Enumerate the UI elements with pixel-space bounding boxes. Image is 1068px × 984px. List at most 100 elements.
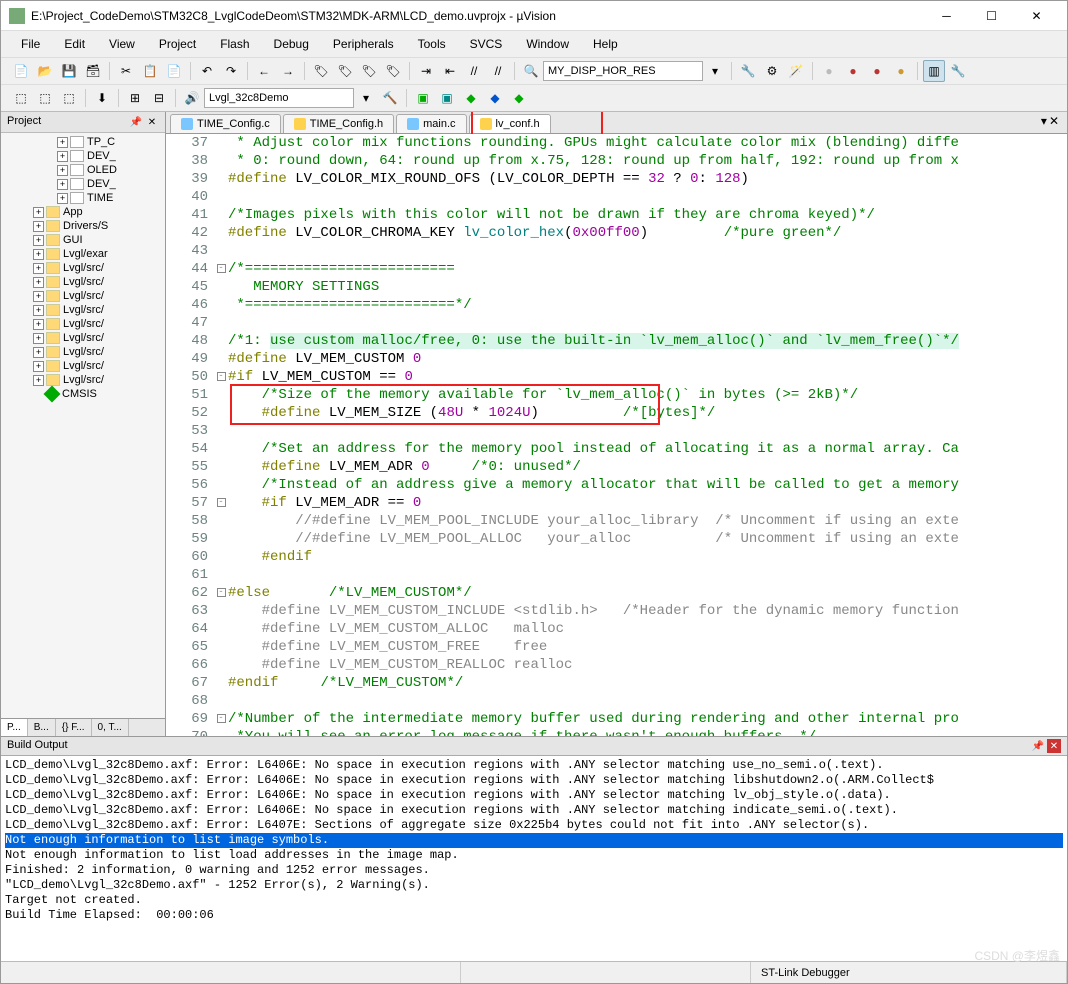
tree-item[interactable]: +DEV_	[3, 177, 163, 191]
panel-bottom-tabs[interactable]: P...B...{} F...0, T...	[1, 718, 165, 736]
statusbar: ST-Link Debugger	[1, 961, 1067, 983]
dot3-icon[interactable]: ●	[866, 60, 888, 82]
dropdown-icon[interactable]: ▾	[355, 87, 377, 109]
tree-item[interactable]: +Drivers/S	[3, 219, 163, 233]
tree-item[interactable]: CMSIS	[3, 387, 163, 401]
build-icon[interactable]: ⬚	[10, 87, 32, 109]
menu-tools[interactable]: Tools	[408, 33, 456, 55]
new-icon[interactable]: 📄	[10, 60, 32, 82]
menu-flash[interactable]: Flash	[210, 33, 259, 55]
tree-item[interactable]: +Lvgl/src/	[3, 261, 163, 275]
close-panel-icon[interactable]: ✕	[145, 115, 159, 129]
editor-tab[interactable]: TIME_Config.c	[170, 114, 281, 133]
save-all-icon[interactable]: 🗃	[82, 60, 104, 82]
code-editor[interactable]: 3738394041424344454647484950515253545556…	[166, 134, 1067, 736]
tb-green2-icon[interactable]: ◆	[460, 87, 482, 109]
tb-blue-icon[interactable]: ◆	[484, 87, 506, 109]
close-tab-icon[interactable]: ✕	[1049, 114, 1059, 128]
menu-file[interactable]: File	[11, 33, 50, 55]
redo-icon[interactable]: ↷	[220, 60, 242, 82]
build-output[interactable]: LCD_demo\Lvgl_32c8Demo.axf: Error: L6406…	[1, 756, 1067, 961]
search-input[interactable]	[543, 61, 703, 81]
tree-item[interactable]: +Lvgl/src/	[3, 303, 163, 317]
build-close-icon[interactable]: ✕	[1047, 739, 1061, 753]
menu-view[interactable]: View	[99, 33, 145, 55]
maximize-button[interactable]: ☐	[969, 2, 1014, 30]
close-button[interactable]: ✕	[1014, 2, 1059, 30]
editor-tab[interactable]: TIME_Config.h	[283, 114, 394, 133]
nav-back-icon[interactable]: ←	[253, 60, 275, 82]
outdent-icon[interactable]: ⇤	[439, 60, 461, 82]
tb-green3-icon[interactable]: ◆	[508, 87, 530, 109]
tree-item[interactable]: +Lvgl/src/	[3, 317, 163, 331]
find-icon[interactable]: 🔍	[520, 60, 542, 82]
stack-icon[interactable]: ⊟	[148, 87, 170, 109]
tree-item[interactable]: +TP_C	[3, 135, 163, 149]
menu-project[interactable]: Project	[149, 33, 206, 55]
bookmark4-icon[interactable]: 🏷	[382, 60, 404, 82]
menu-window[interactable]: Window	[516, 33, 579, 55]
window-layout-icon[interactable]: ▥	[923, 60, 945, 82]
editor-tabs[interactable]: TIME_Config.cTIME_Config.hmain.clv_conf.…	[166, 112, 1067, 134]
pin-icon[interactable]: 📌	[129, 115, 143, 129]
panel-tab[interactable]: B...	[28, 719, 56, 736]
comment-icon[interactable]: //	[463, 60, 485, 82]
bookmark-icon[interactable]: 🏷	[310, 60, 332, 82]
download-icon[interactable]: ⬇	[91, 87, 113, 109]
tree-item[interactable]: +DEV_	[3, 149, 163, 163]
menu-edit[interactable]: Edit	[54, 33, 95, 55]
panel-tab[interactable]: 0, T...	[92, 719, 129, 736]
find-next-icon[interactable]: ▾	[704, 60, 726, 82]
wand-icon[interactable]: 🪄	[785, 60, 807, 82]
build-pin-icon[interactable]: 📌	[1031, 739, 1045, 753]
watermark: CSDN @李煜鑫	[974, 947, 1060, 964]
tb-green1-icon[interactable]: ▣	[412, 87, 434, 109]
tree-item[interactable]: +Lvgl/src/	[3, 331, 163, 345]
menu-svcs[interactable]: SVCS	[460, 33, 513, 55]
paste-icon[interactable]: 📄	[163, 60, 185, 82]
tree-item[interactable]: +Lvgl/src/	[3, 359, 163, 373]
dot2-icon[interactable]: ●	[842, 60, 864, 82]
cut-icon[interactable]: ✂	[115, 60, 137, 82]
minimize-button[interactable]: ─	[924, 2, 969, 30]
tree-item[interactable]: +Lvgl/src/	[3, 373, 163, 387]
menu-debug[interactable]: Debug	[264, 33, 319, 55]
wrench-icon[interactable]: 🔧	[947, 60, 969, 82]
config-icon[interactable]: ⚙	[761, 60, 783, 82]
tree-item[interactable]: +Lvgl/src/	[3, 275, 163, 289]
dot1-icon[interactable]: ●	[818, 60, 840, 82]
bookmark3-icon[interactable]: 🏷	[358, 60, 380, 82]
bookmark2-icon[interactable]: 🏷	[334, 60, 356, 82]
editor-tab[interactable]: main.c	[396, 114, 466, 133]
panel-tab[interactable]: {} F...	[56, 719, 92, 736]
tab-dropdown-icon[interactable]: ▾	[1041, 114, 1047, 128]
open-icon[interactable]: 📂	[34, 60, 56, 82]
menu-peripherals[interactable]: Peripherals	[323, 33, 404, 55]
rebuild-icon[interactable]: ⬚	[58, 87, 80, 109]
tree-item[interactable]: +Lvgl/src/	[3, 289, 163, 303]
uncomment-icon[interactable]: //	[487, 60, 509, 82]
panel-tab[interactable]: P...	[1, 719, 28, 736]
build2-icon[interactable]: ⬚	[34, 87, 56, 109]
load-icon[interactable]: 🔊	[181, 87, 203, 109]
save-icon[interactable]: 💾	[58, 60, 80, 82]
dot4-icon[interactable]: ●	[890, 60, 912, 82]
nav-fwd-icon[interactable]: →	[277, 60, 299, 82]
tb-cyan-icon[interactable]: ▣	[436, 87, 458, 109]
tree-item[interactable]: +GUI	[3, 233, 163, 247]
tree-item[interactable]: +OLED	[3, 163, 163, 177]
tree-item[interactable]: +App	[3, 205, 163, 219]
editor-tab[interactable]: lv_conf.h	[469, 114, 551, 133]
debug-icon[interactable]: 🔧	[737, 60, 759, 82]
menu-help[interactable]: Help	[583, 33, 628, 55]
tree-item[interactable]: +TIME	[3, 191, 163, 205]
project-tree[interactable]: +TP_C+DEV_+OLED+DEV_+TIME+App+Drivers/S+…	[1, 133, 165, 718]
target-select[interactable]	[204, 88, 354, 108]
tree-item[interactable]: +Lvgl/exar	[3, 247, 163, 261]
copy-icon[interactable]: 📋	[139, 60, 161, 82]
indent-icon[interactable]: ⇥	[415, 60, 437, 82]
undo-icon[interactable]: ↶	[196, 60, 218, 82]
tree-item[interactable]: +Lvgl/src/	[3, 345, 163, 359]
batch-icon[interactable]: ⊞	[124, 87, 146, 109]
options-icon[interactable]: 🔨	[379, 87, 401, 109]
